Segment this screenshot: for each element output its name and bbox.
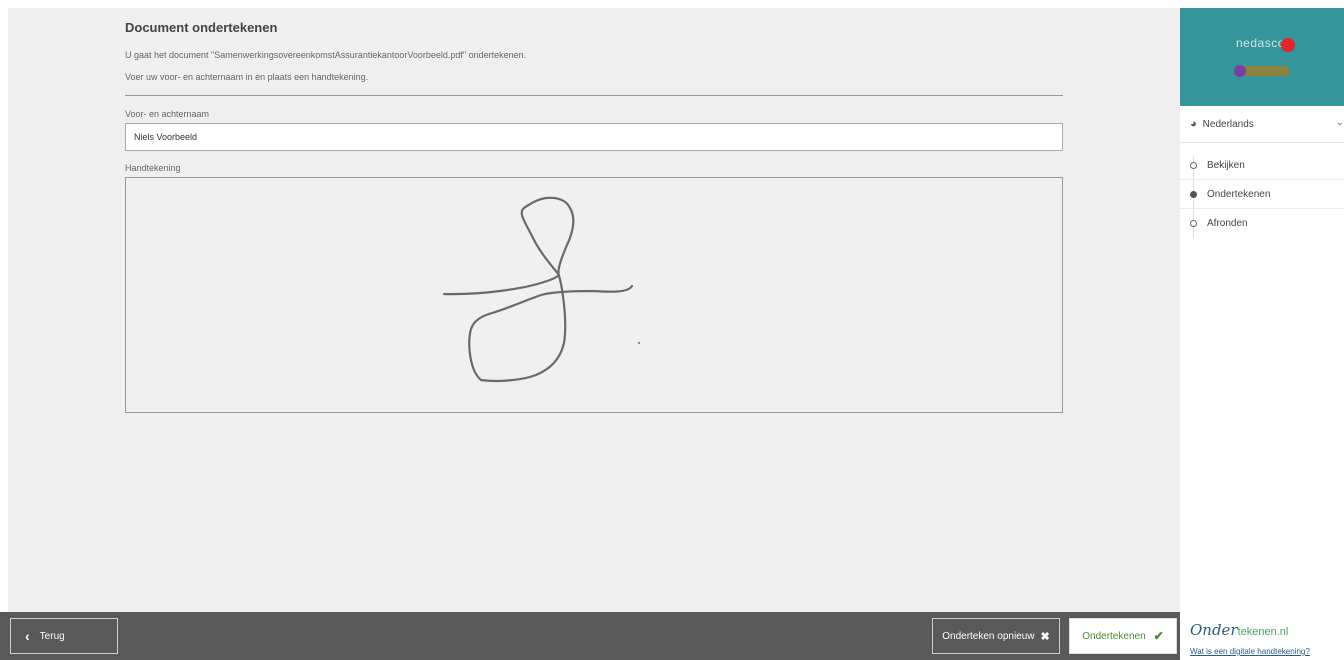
step-indicator bbox=[1190, 161, 1197, 169]
chevron-left-icon: ‹ bbox=[25, 628, 30, 644]
partner-logo-mark bbox=[1234, 65, 1246, 77]
name-label: Voor- en achternaam bbox=[125, 109, 210, 119]
logo-main: Onder bbox=[1190, 621, 1238, 639]
step-indicator-active bbox=[1190, 190, 1197, 198]
close-icon: ✖ bbox=[1040, 630, 1050, 643]
step-bekijken[interactable]: Bekijken bbox=[1180, 151, 1344, 180]
signature-label: Handtekening bbox=[125, 163, 181, 173]
ondertekenen-logo: Ondertekenen.nl bbox=[1190, 621, 1288, 639]
chevron-down-icon: ⌄ bbox=[1335, 117, 1344, 128]
instruction-text: Voer uw voor- en achternaam in en plaats… bbox=[125, 72, 369, 82]
back-button[interactable]: ‹ Terug bbox=[10, 618, 118, 654]
intro-text: U gaat het document "Samenwerkingsoveree… bbox=[125, 50, 527, 60]
step-indicator bbox=[1190, 219, 1197, 227]
main-panel: Document ondertekenen U gaat het documen… bbox=[8, 8, 1180, 612]
resign-button[interactable]: Onderteken opnieuw ✖ bbox=[932, 618, 1060, 654]
signature-drawing bbox=[442, 196, 640, 383]
page-title: Document ondertekenen bbox=[125, 20, 278, 35]
divider bbox=[125, 95, 1063, 96]
bottom-toolbar: ‹ Terug Onderteken opnieuw ✖ Ondertekene… bbox=[0, 612, 1180, 660]
checkmark-icon: ✔ bbox=[1153, 629, 1164, 643]
sign-button[interactable]: Ondertekenen ✔ bbox=[1069, 618, 1177, 654]
help-link[interactable]: Wat is een digitale handtekening? bbox=[1190, 647, 1310, 656]
sidebar: nedasco ◕ Nederlands ⌄ Bekijken Ondertek… bbox=[1180, 0, 1344, 660]
brand-logo-mark bbox=[1281, 38, 1295, 52]
step-label: Afronden bbox=[1207, 217, 1248, 229]
sign-button-label: Ondertekenen bbox=[1082, 630, 1146, 642]
resign-button-label: Onderteken opnieuw bbox=[942, 630, 1035, 642]
brand-logo: nedasco bbox=[1236, 36, 1285, 50]
logo-suffix: tekenen.nl bbox=[1237, 626, 1289, 638]
name-input[interactable] bbox=[125, 123, 1063, 151]
globe-icon: ◕ bbox=[1190, 118, 1197, 130]
signature-canvas[interactable] bbox=[125, 177, 1063, 413]
step-afronden[interactable]: Afronden bbox=[1180, 209, 1344, 237]
step-label: Ondertekenen bbox=[1207, 188, 1271, 200]
step-ondertekenen[interactable]: Ondertekenen bbox=[1180, 180, 1344, 209]
language-label: Nederlands bbox=[1202, 118, 1254, 130]
back-button-label: Terug bbox=[39, 630, 65, 642]
language-select[interactable]: ◕ Nederlands ⌄ bbox=[1180, 106, 1344, 143]
brand-logo-panel: nedasco bbox=[1180, 8, 1344, 106]
step-label: Bekijken bbox=[1207, 159, 1245, 171]
